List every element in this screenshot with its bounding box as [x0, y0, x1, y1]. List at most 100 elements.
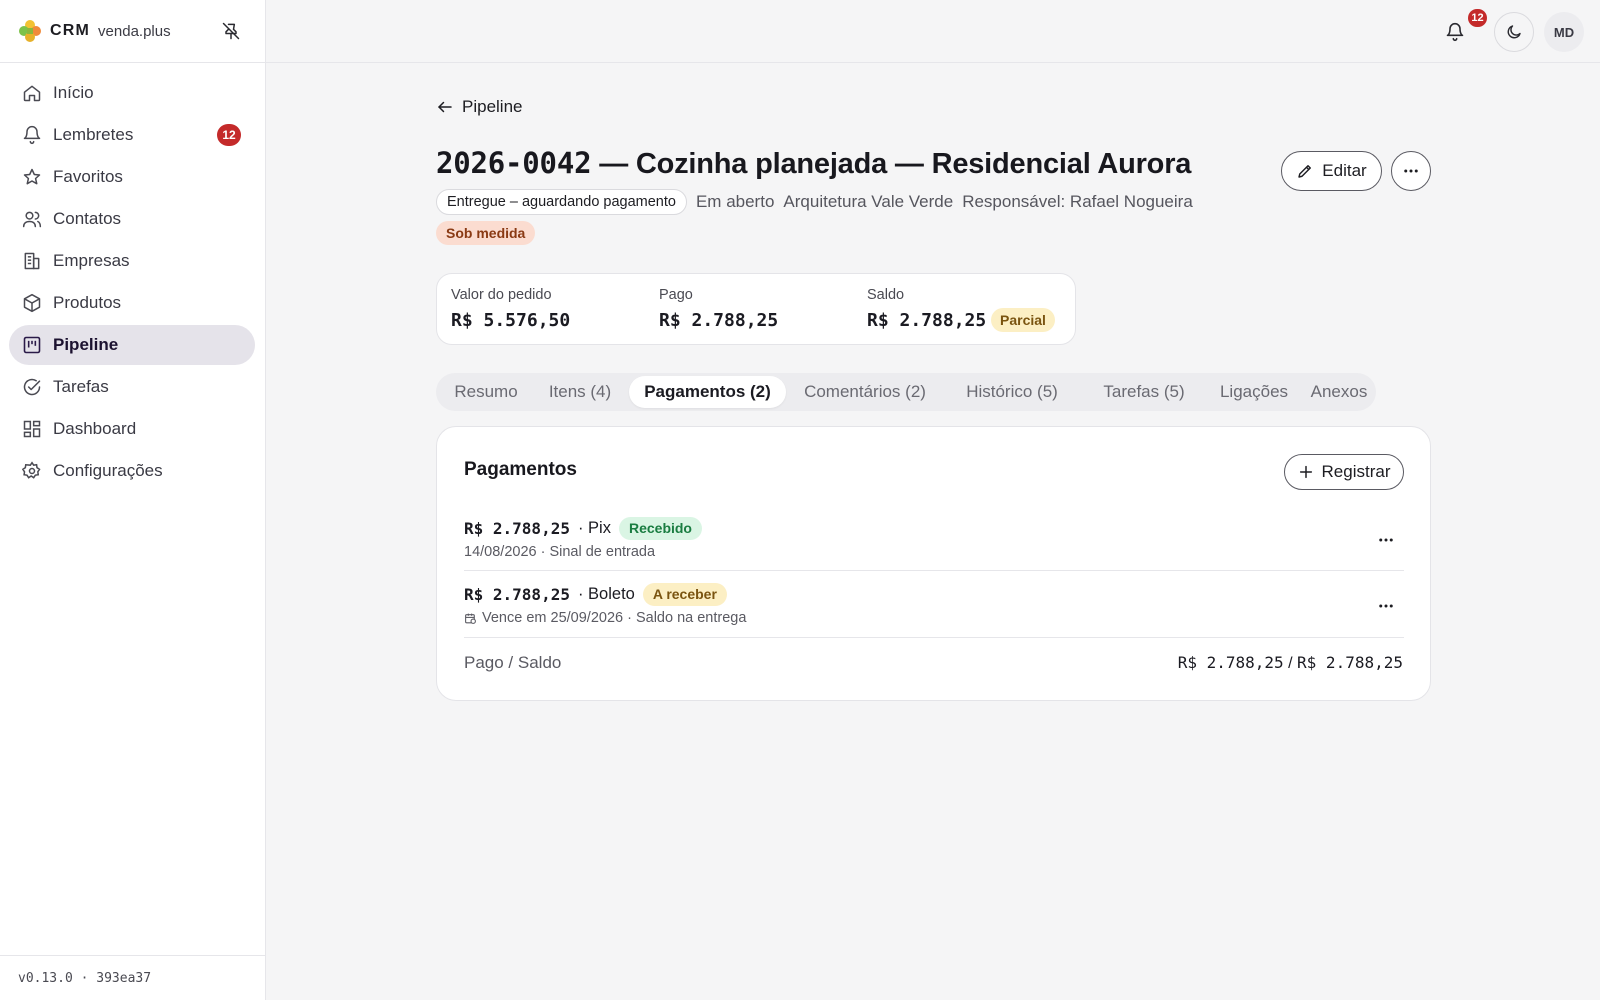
pencil-icon	[1298, 165, 1312, 178]
tab-itens[interactable]: Itens (4)	[538, 376, 622, 408]
tab-comentarios[interactable]: Comentários (2)	[792, 376, 938, 408]
payment-amount: R$ 2.788,25	[464, 518, 570, 538]
payment-row: R$ 2.788,25 · Pix Recebido 14/08/2026 · …	[464, 516, 1404, 562]
sidebar-item-label: Lembretes	[53, 125, 134, 144]
detail-tabs: Resumo Itens (4) Pagamentos (2) Comentár…	[436, 373, 1376, 411]
sidebar-item-label: Tarefas	[53, 377, 109, 396]
edit-button[interactable]: Editar	[1281, 151, 1382, 191]
reminders-count-badge: 12	[217, 124, 241, 146]
payments-panel: Pagamentos Registrar R$ 2.788,25 · Pix R…	[436, 426, 1431, 701]
home-icon	[23, 85, 41, 102]
order-state: Em aberto	[695, 192, 775, 211]
sidebar-item-label: Configurações	[53, 461, 163, 480]
tab-resumo[interactable]: Resumo	[438, 376, 534, 408]
sidebar: CRM venda.plus Início Lembretes 12 Favor…	[0, 0, 266, 1000]
pin-off-icon	[222, 22, 240, 40]
partial-badge: Parcial	[991, 308, 1055, 332]
company-name: Arquitetura Vale Verde	[783, 192, 954, 211]
sidebar-item-lembretes[interactable]: Lembretes 12	[9, 115, 255, 155]
logo-icon	[19, 20, 41, 42]
custom-tag: Sob medida	[436, 221, 536, 245]
payment-method: · Pix	[577, 518, 611, 537]
sidebar-item-label: Dashboard	[53, 419, 137, 438]
theme-toggle-button[interactable]	[1494, 12, 1534, 52]
check-circle-icon	[23, 378, 41, 396]
notifications-button[interactable]	[1441, 18, 1469, 46]
payment-detail: Vence em 25/09/2026 · Saldo na entrega	[482, 610, 747, 626]
edit-label: Editar	[1322, 161, 1367, 180]
sidebar-item-label: Empresas	[53, 251, 130, 270]
sidebar-nav: Início Lembretes 12 Favoritos Contatos E…	[0, 63, 265, 491]
notifications-count-badge: 12	[1468, 9, 1487, 27]
tab-historico[interactable]: Histórico (5)	[946, 376, 1078, 408]
balance-value: R$ 2.788,25	[867, 310, 987, 331]
app-version: v0.13.0 · 393ea37	[0, 955, 265, 1000]
brand-crm: CRM	[50, 22, 91, 39]
order-value: R$ 5.576,50	[451, 310, 571, 331]
unpin-sidebar-button[interactable]	[219, 19, 243, 43]
sidebar-item-produtos[interactable]: Produtos	[9, 283, 255, 323]
sidebar-item-dashboard[interactable]: Dashboard	[9, 409, 255, 449]
sidebar-item-label: Contatos	[53, 209, 122, 228]
arrow-left-icon	[438, 101, 452, 113]
sidebar-item-contatos[interactable]: Contatos	[9, 199, 255, 239]
register-label: Registrar	[1321, 462, 1391, 481]
calendar-clock-icon	[465, 613, 476, 624]
page-title: 2026-0042 — Cozinha planejada — Residenc…	[436, 146, 1191, 181]
payments-title: Pagamentos	[464, 459, 577, 480]
row-divider	[464, 570, 1404, 571]
user-avatar[interactable]: MD	[1544, 12, 1584, 52]
sidebar-item-inicio[interactable]: Início	[9, 73, 255, 113]
topbar	[266, 0, 1600, 63]
row-divider	[464, 637, 1404, 638]
order-code: 2026-0042	[436, 146, 592, 180]
order-meta: Entregue – aguardando pagamento Em abert…	[436, 189, 1202, 215]
sidebar-item-tarefas[interactable]: Tarefas	[9, 367, 255, 407]
more-horizontal-icon	[1404, 169, 1418, 173]
tab-ligacoes[interactable]: Ligações	[1208, 376, 1300, 408]
dashboard-icon	[23, 420, 41, 438]
order-value-label: Valor do pedido	[451, 287, 552, 303]
sidebar-item-label: Favoritos	[53, 167, 123, 186]
footer-separator: /	[1283, 655, 1298, 672]
gear-icon	[22, 461, 41, 479]
sidebar-item-label: Pipeline	[53, 335, 119, 354]
payment-method: · Boleto	[577, 584, 635, 603]
footer-balance: R$ 2.788,25	[1297, 653, 1403, 672]
paid-value-block: Pago R$ 2.788,25	[659, 287, 778, 331]
owner-name: Responsável: Rafael Nogueira	[962, 192, 1193, 211]
bell-icon	[1446, 22, 1464, 42]
sidebar-item-label: Produtos	[53, 293, 122, 312]
balance-value-block: Saldo R$ 2.788,25	[867, 287, 986, 331]
tab-anexos[interactable]: Anexos	[1304, 376, 1374, 408]
payment-row: R$ 2.788,25 · Boleto A receber Vence em …	[464, 582, 1404, 628]
payment-row-more-button[interactable]	[1372, 530, 1400, 550]
payment-row-more-button[interactable]	[1372, 596, 1400, 616]
brand-name: venda.plus	[98, 22, 171, 40]
register-payment-button[interactable]: Registrar	[1284, 454, 1404, 490]
more-actions-button[interactable]	[1391, 151, 1431, 191]
package-icon	[23, 293, 41, 313]
payment-amount: R$ 2.788,25	[464, 584, 570, 604]
sidebar-item-configuracoes[interactable]: Configurações	[9, 451, 255, 491]
moon-icon	[1507, 25, 1521, 39]
status-badge: Entregue – aguardando pagamento	[436, 189, 687, 215]
payment-status-badge: Recebido	[618, 516, 702, 540]
payment-status-badge: A receber	[642, 582, 727, 606]
back-label: Pipeline	[462, 97, 523, 116]
footer-paid: R$ 2.788,25	[1177, 653, 1284, 672]
sidebar-item-favoritos[interactable]: Favoritos	[9, 157, 255, 197]
tab-tarefas[interactable]: Tarefas (5)	[1086, 376, 1202, 408]
payment-detail: 14/08/2026 · Sinal de entrada	[464, 544, 656, 560]
tab-pagamentos[interactable]: Pagamentos (2)	[629, 376, 786, 408]
back-to-pipeline-link[interactable]: Pipeline	[436, 94, 523, 120]
payments-footer-totals: R$ 2.788,25 / R$ 2.788,25	[1178, 653, 1403, 673]
sidebar-item-pipeline[interactable]: Pipeline	[9, 325, 255, 365]
building-icon	[24, 252, 40, 270]
kanban-icon	[23, 336, 41, 354]
paid-label: Pago	[659, 287, 693, 303]
balance-label: Saldo	[867, 287, 905, 303]
sidebar-item-empresas[interactable]: Empresas	[9, 241, 255, 281]
brand: CRM venda.plus	[0, 0, 265, 63]
payments-footer-label: Pago / Saldo	[464, 653, 562, 672]
